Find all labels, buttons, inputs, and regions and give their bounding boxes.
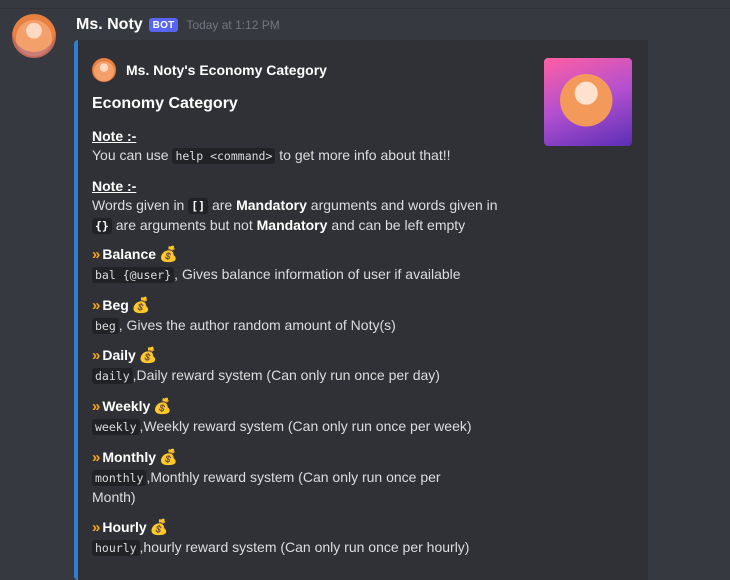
chevron-icon: » <box>92 296 100 314</box>
bold-text: Mandatory <box>236 197 307 213</box>
command-code: hourly <box>92 540 140 556</box>
money-bag-icon: 💰 <box>159 245 178 263</box>
author-icon <box>92 58 116 82</box>
note-text: to get more info about that!! <box>279 147 451 163</box>
note-1: Note :- You can use help <command> to ge… <box>92 127 512 166</box>
command-weekly: » Weekly 💰 weekly ,Weekly reward system (… <box>92 395 512 437</box>
command-name: Monthly <box>102 448 156 465</box>
command-name: Balance <box>102 245 157 262</box>
command-name: Beg <box>102 296 129 313</box>
command-code: daily <box>92 368 133 384</box>
command-name: Weekly <box>102 397 151 414</box>
bold-text: Mandatory <box>256 217 328 233</box>
note-2: Note :- Words given in [] are Mandatory … <box>92 177 512 236</box>
inline-code: [] <box>188 198 209 214</box>
note-text: are arguments but not <box>115 217 253 233</box>
embed-card: Ms. Noty's Economy Category Economy Cate… <box>74 40 648 580</box>
bot-badge: BOT <box>148 18 179 32</box>
money-bag-icon: 💰 <box>138 346 158 364</box>
money-bag-icon: 💰 <box>131 296 151 314</box>
bot-avatar[interactable] <box>12 14 56 58</box>
command-description: ,hourly reward system (Can only run once… <box>139 539 470 555</box>
command-code: monthly <box>92 470 147 486</box>
command-description: ,Weekly reward system (Can only run once… <box>139 418 472 434</box>
embed-thumbnail[interactable] <box>544 58 632 146</box>
chevron-icon: » <box>92 346 100 364</box>
note-text: are <box>211 197 233 213</box>
author-name: Ms. Noty's Economy Category <box>126 62 327 78</box>
chevron-icon: » <box>92 245 100 263</box>
inline-code: {} <box>92 218 112 234</box>
note-text: arguments and words given in <box>310 197 498 213</box>
note-heading: Note :- <box>92 178 137 194</box>
command-code: beg <box>92 318 119 334</box>
chevron-icon: » <box>92 448 100 466</box>
money-bag-icon: 💰 <box>149 518 169 536</box>
username[interactable]: Ms. Noty <box>76 16 143 34</box>
embed-author: Ms. Noty's Economy Category <box>92 58 327 82</box>
note-text: Words given in <box>92 197 185 213</box>
money-bag-icon: 💰 <box>159 448 178 466</box>
chevron-icon: » <box>92 397 100 415</box>
command-name: Daily <box>102 346 136 363</box>
money-bag-icon: 💰 <box>153 397 173 415</box>
command-name: Hourly <box>102 518 147 535</box>
command-daily: » Daily 💰 daily ,Daily reward system (Can… <box>92 344 512 386</box>
embed-title: Economy Category <box>92 95 238 112</box>
chevron-icon: » <box>92 518 100 536</box>
divider <box>0 8 730 9</box>
note-heading: Note :- <box>92 128 137 144</box>
command-code: bal {@user} <box>92 267 175 283</box>
command-beg: » Beg 💰 beg, Gives the author random amo… <box>92 294 512 336</box>
command-hourly: » Hourly 💰 hourly ,hourly reward system (… <box>92 516 512 558</box>
timestamp[interactable]: Today at 1:12 PM <box>186 18 279 32</box>
message-header: Ms. Noty BOT Today at 1:12 PM <box>76 14 280 36</box>
note-text: You can use <box>92 147 169 163</box>
command-balance: » Balance 💰 bal {@user}, Gives balance i… <box>92 243 512 285</box>
command-monthly: » Monthly 💰 monthly ,Monthly reward syste… <box>92 446 512 507</box>
note-text: and can be left empty <box>331 217 466 233</box>
command-description: , Gives the author random amount of Noty… <box>118 317 396 333</box>
inline-code: help <command> <box>172 148 276 164</box>
command-code: weekly <box>92 419 140 435</box>
command-description: ,Daily reward system (Can only run once … <box>132 367 440 383</box>
command-description: , Gives balance information of user if a… <box>174 266 461 282</box>
